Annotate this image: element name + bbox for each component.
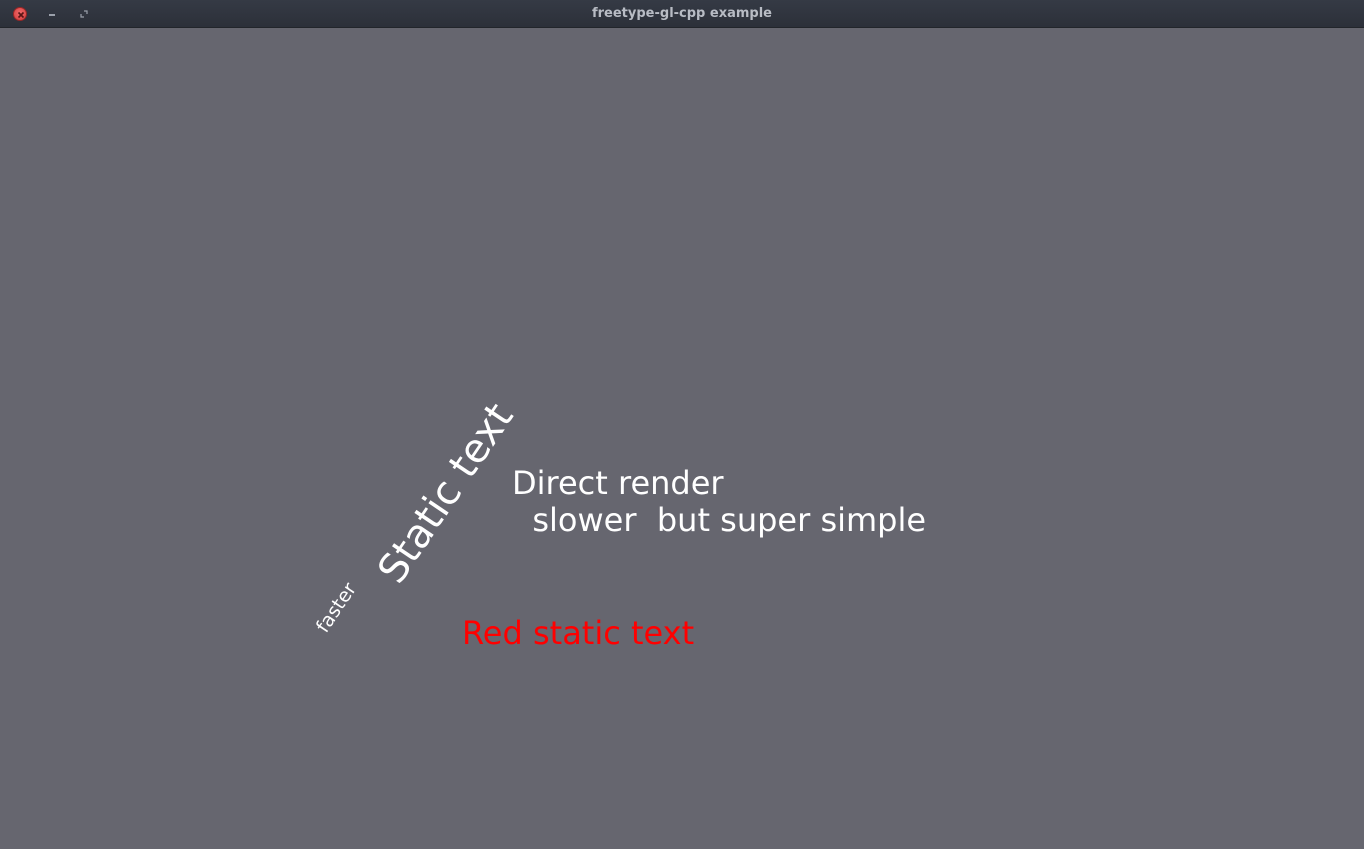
- direct-render-text: Direct render: [512, 464, 724, 502]
- title-bar[interactable]: freetype-gl-cpp example: [0, 0, 1364, 28]
- render-canvas[interactable]: [0, 28, 1364, 849]
- direct-render-subtext: slower but super simple: [512, 501, 927, 539]
- red-static-text: Red static text: [462, 614, 695, 652]
- window-title: freetype-gl-cpp example: [591, 6, 772, 21]
- app-window: freetype-gl-cpp example Direct render sl…: [0, 0, 1364, 849]
